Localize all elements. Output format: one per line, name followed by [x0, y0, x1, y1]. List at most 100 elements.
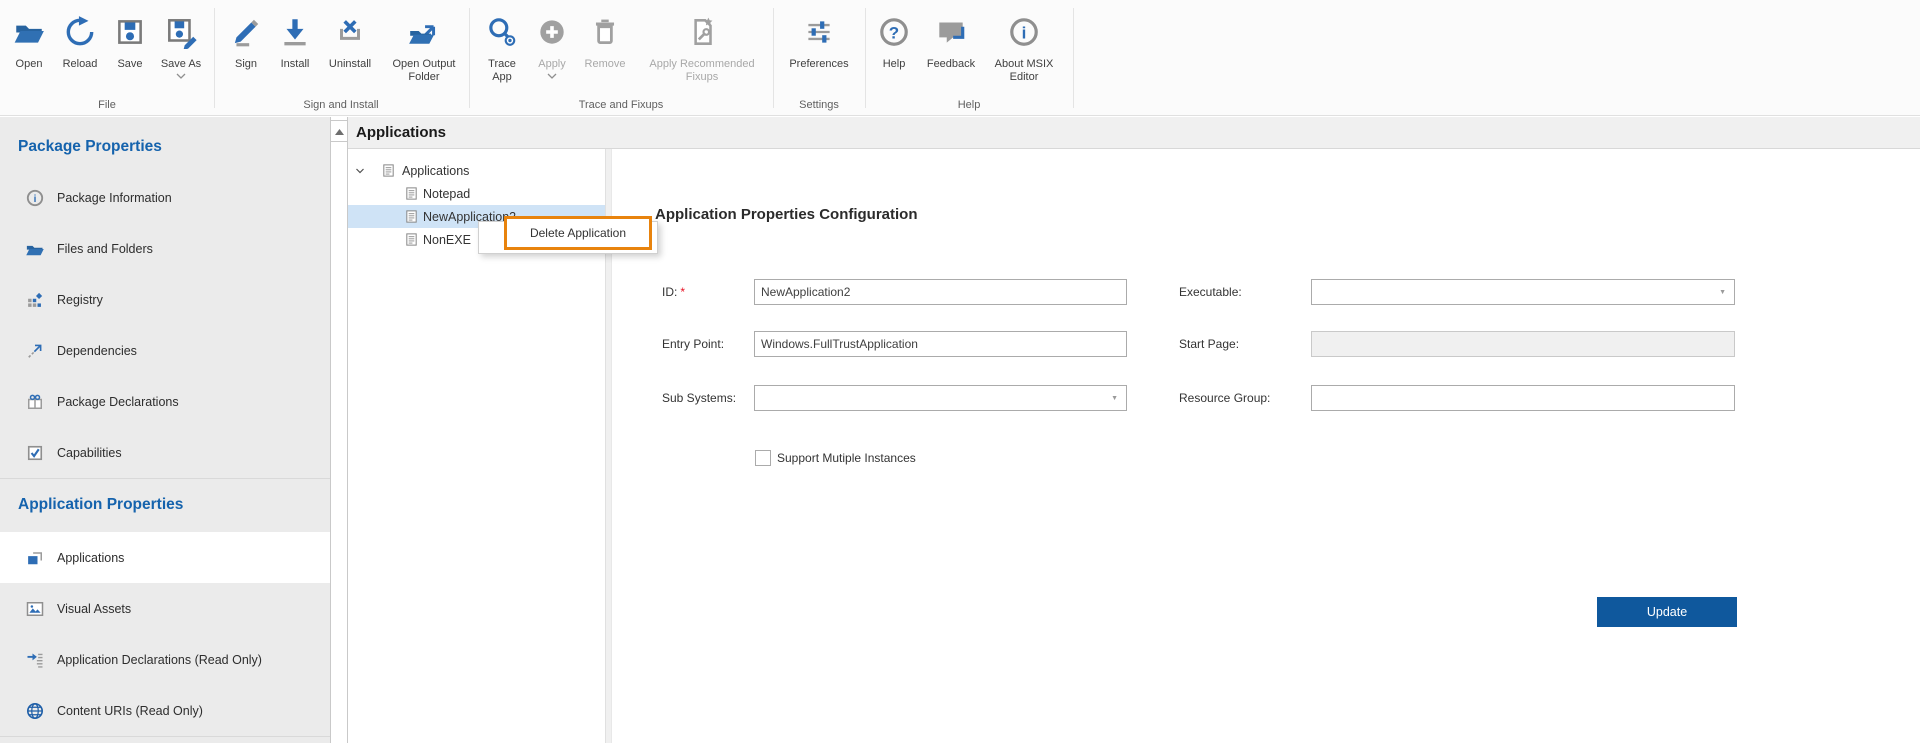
ribbon-button-uninstall[interactable]: Uninstall [320, 6, 380, 71]
entry-point-input[interactable] [754, 331, 1127, 357]
sidebar-item-files-and-folders[interactable]: Files and Folders [0, 223, 330, 274]
sidebar-scrollbar[interactable] [330, 117, 348, 743]
ribbon-group-label: File [98, 99, 116, 111]
sidebar-item-package-information[interactable]: i Package Information [0, 172, 330, 223]
sidebar-item-package-declarations[interactable]: Package Declarations [0, 376, 330, 427]
ribbon-button-label: Apply [538, 58, 566, 70]
sidebar: Package Properties i Package Information Fi… [0, 117, 330, 743]
about-icon: i [985, 6, 1063, 58]
sidebar-item-registry[interactable]: Registry [0, 274, 330, 325]
ribbon-button-about-msix-editor[interactable]: i About MSIX Editor [985, 6, 1063, 84]
svg-text:i: i [34, 193, 37, 204]
feedback-icon [920, 6, 982, 58]
preferences-icon [781, 6, 857, 58]
ribbon-group-label: Trace and Fixups [578, 99, 664, 111]
ribbon-group-label: Sign and Install [303, 99, 379, 111]
executable-combobox[interactable]: ▼ [1311, 279, 1735, 305]
resource-group-label: Resource Group: [1179, 391, 1271, 405]
ribbon-button-save[interactable]: Save [109, 6, 151, 71]
start-page-input [1311, 331, 1735, 357]
sub-systems-combobox[interactable]: ▼ [754, 385, 1127, 411]
context-menu: Delete Application [478, 216, 658, 254]
scroll-up-button[interactable] [331, 120, 347, 142]
ribbon-button-label: Reload [62, 58, 98, 70]
page-title: Applications [356, 124, 447, 141]
start-page-label: Start Page: [1179, 337, 1240, 351]
tree-item-applications[interactable]: Applications [348, 159, 605, 182]
form-heading: Application Properties Configuration [655, 206, 918, 223]
update-button[interactable]: Update [1597, 597, 1737, 627]
app-windows-icon [25, 548, 45, 568]
id-label: ID: * [662, 285, 686, 299]
tree-item-label: NonEXE [423, 232, 471, 247]
ribbon-button-label: Open Output Folder [392, 58, 456, 83]
ribbon-button-trace-app[interactable]: Trace App [479, 6, 525, 84]
sidebar-item-content-uris-read-only[interactable]: Content URIs (Read Only) [0, 685, 330, 736]
ribbon-button-apply: Apply [529, 6, 575, 79]
sidebar-item-label: Registry [57, 292, 103, 307]
ribbon-group-separator [773, 8, 774, 108]
reload-icon [56, 6, 104, 58]
ribbon-button-reload[interactable]: Reload [56, 6, 104, 71]
folder-icon [25, 239, 45, 259]
ribbon-button-label: Install [280, 58, 310, 70]
ribbon-button-preferences[interactable]: Preferences [781, 6, 857, 71]
dropdown-arrow-icon: ▼ [1719, 289, 1726, 296]
info-icon: i [25, 188, 45, 208]
ribbon-button-save-as[interactable]: Save As [153, 6, 209, 79]
registry-icon [25, 290, 45, 310]
ribbon-button-label: Save [117, 58, 143, 70]
ribbon-group-label: Help [957, 99, 981, 111]
sidebar-item-application-declarations-read-only[interactable]: Application Declarations (Read Only) [0, 634, 330, 685]
ribbon-button-label: Feedback [926, 58, 976, 70]
sidebar-item-label: Package Information [57, 190, 172, 205]
image-icon [25, 599, 45, 619]
save-icon [109, 6, 151, 58]
ribbon-button-help[interactable]: ? Help [874, 6, 914, 71]
support-multiple-instances-label: Support Mutiple Instances [777, 451, 916, 465]
uninstall-icon [320, 6, 380, 58]
page-title-bar: Applications [348, 117, 1920, 149]
delete-application-menu-item[interactable]: Delete Application [504, 216, 652, 250]
ribbon-button-label: About MSIX Editor [994, 58, 1054, 83]
entry-point-label: Entry Point: [662, 337, 725, 351]
support-multiple-instances-checkbox[interactable] [755, 450, 771, 466]
sidebar-item-label: Capabilities [57, 445, 122, 460]
ribbon-button-open[interactable]: Open [6, 6, 52, 71]
tree-item-notepad[interactable]: Notepad [348, 182, 605, 205]
ribbon-button-label: Save As [160, 58, 202, 70]
globe-icon [25, 701, 45, 721]
sidebar-item-label: Applications [57, 550, 125, 565]
sidebar-item-applications[interactable]: Applications [0, 532, 330, 583]
dropdown-arrow-icon: ▼ [1111, 395, 1118, 402]
save-as-icon [153, 6, 209, 58]
ribbon-button-open-output-folder[interactable]: Open Output Folder [380, 6, 468, 84]
capabilities-icon [25, 443, 45, 463]
document-icon [404, 186, 419, 201]
sidebar-item-label: Files and Folders [57, 241, 153, 256]
ribbon-button-label: Trace App [488, 58, 516, 83]
ribbon-button-sign[interactable]: Sign [225, 6, 267, 71]
resource-group-input[interactable] [1311, 385, 1735, 411]
msix-editor-window: { "ribbon": { "groups": [ { "label": "Fi… [0, 0, 1920, 743]
ribbon-button-install[interactable]: Install [271, 6, 319, 71]
document-icon [381, 163, 396, 178]
sidebar-item-visual-assets[interactable]: Visual Assets [0, 583, 330, 634]
sidebar-item-label: Visual Assets [57, 601, 132, 616]
sign-icon [225, 6, 267, 58]
sidebar-item-label: Package Declarations [57, 394, 179, 409]
sidebar-item-dependencies[interactable]: Dependencies [0, 325, 330, 376]
install-icon [271, 6, 319, 58]
ribbon-button-label: Help [882, 58, 906, 70]
app-declarations-icon [25, 650, 45, 670]
apply-icon [529, 6, 575, 58]
id-input[interactable] [754, 279, 1127, 305]
document-icon [404, 232, 419, 247]
tree-item-label: Applications [402, 163, 470, 178]
ribbon-button-label: Sign [234, 58, 258, 70]
ribbon-group-separator [469, 8, 470, 108]
tree-item-label: Notepad [423, 186, 471, 201]
help-icon: ? [874, 6, 914, 58]
sidebar-item-capabilities[interactable]: Capabilities [0, 427, 330, 478]
ribbon-button-feedback[interactable]: Feedback [920, 6, 982, 71]
